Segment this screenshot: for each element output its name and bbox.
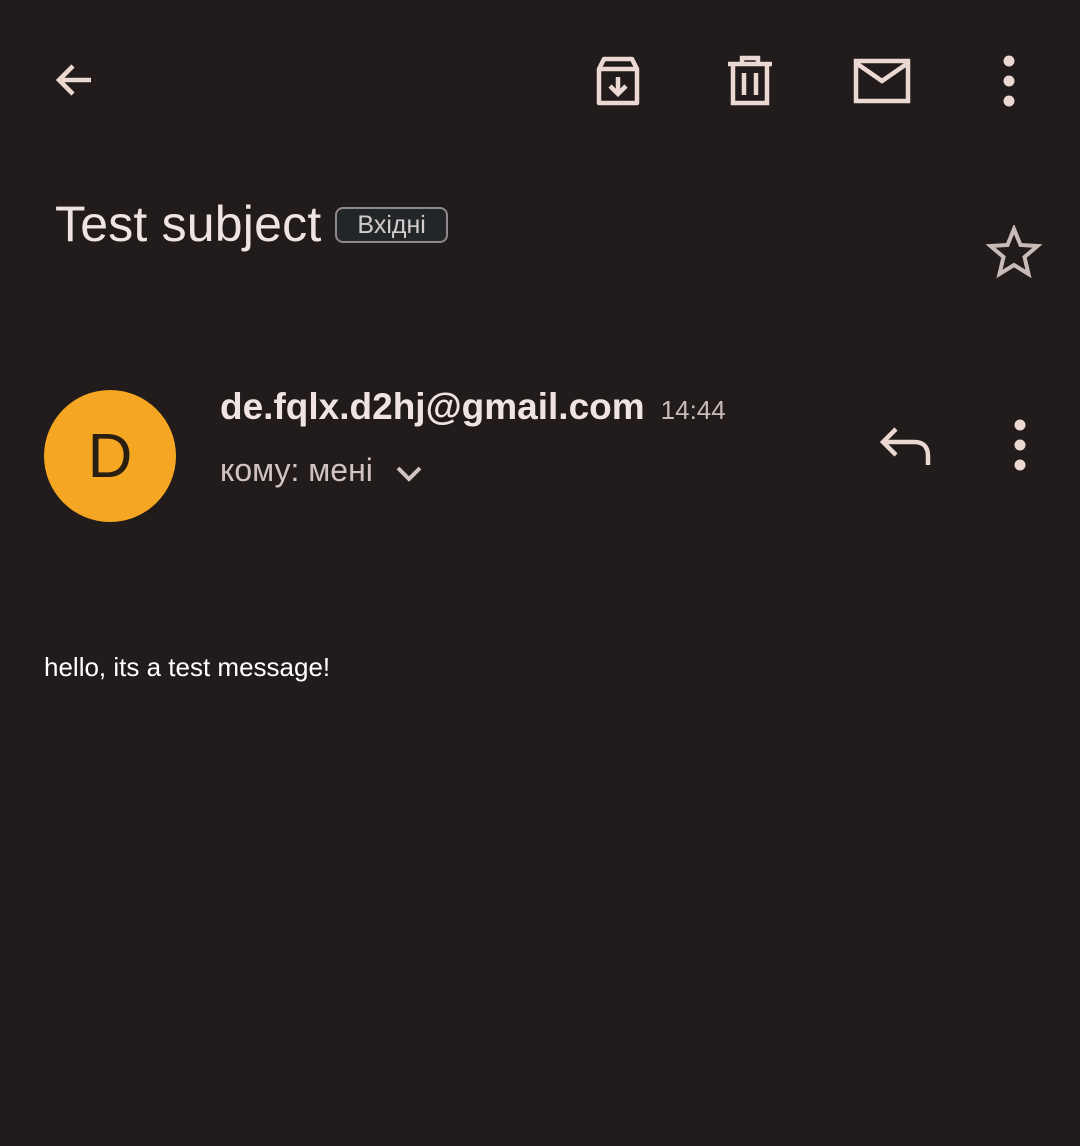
star-button[interactable] [974,212,1054,292]
archive-button[interactable] [578,41,658,121]
inbox-label-chip[interactable]: Вхідні [335,207,448,243]
chevron-down-icon [396,466,422,482]
expand-details-button[interactable] [391,456,427,492]
more-vert-icon [1014,419,1026,471]
delete-button[interactable] [710,41,790,121]
reply-icon [879,427,931,465]
arrow-left-icon [55,64,91,96]
message-more-button[interactable] [980,405,1060,485]
email-subject: Test subject [55,196,322,252]
message-body: hello, its a test message! [44,652,331,682]
archive-icon [596,56,640,106]
more-vert-icon [1003,55,1015,107]
trash-icon [728,55,772,106]
sender-email[interactable]: de.fqlx.d2hj@gmail.com [220,386,645,428]
mail-icon [853,58,911,104]
recipient-line[interactable]: кому: мені [220,448,427,492]
subject-row: Test subject Вхідні [55,192,448,256]
more-options-button[interactable] [969,41,1049,121]
message-time: 14:44 [660,395,726,425]
sender-avatar[interactable]: D [44,390,176,522]
star-outline-icon [986,225,1042,279]
recipient-text: кому: мені [220,451,373,488]
back-button[interactable] [35,40,115,120]
reply-button[interactable] [865,406,945,486]
mark-unread-button[interactable] [842,41,922,121]
sender-line: de.fqlx.d2hj@gmail.com 14:44 [220,386,726,428]
